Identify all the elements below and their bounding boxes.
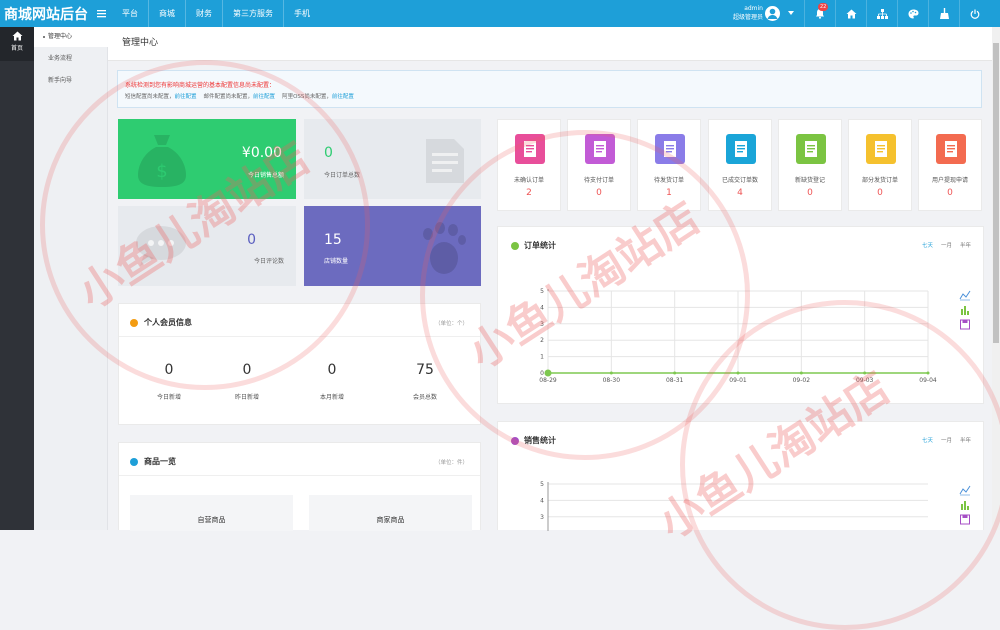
tab-half-year[interactable]: 半年 xyxy=(960,243,971,249)
self-products-label: 自营商品 xyxy=(197,516,226,524)
primary-sidebar: 首页 xyxy=(0,27,34,530)
order-label: 新缺货登记 xyxy=(794,177,825,184)
order-count: 0 xyxy=(947,188,953,198)
sidebar-item-guide[interactable]: 新手向导 xyxy=(34,71,108,91)
order-count: 0 xyxy=(877,188,883,198)
y-tick-label: 5 xyxy=(540,481,544,488)
nav-item-mall[interactable]: 商城 xyxy=(148,0,185,27)
home-icon xyxy=(12,31,22,41)
merchant-products-card[interactable]: 商家商品 xyxy=(309,495,472,531)
avatar[interactable] xyxy=(765,6,780,21)
box-circle-icon xyxy=(130,458,138,466)
notification-badge: 22 xyxy=(818,3,829,11)
member-today-label: 今日新增 xyxy=(156,394,181,401)
nav-item-finance[interactable]: 财务 xyxy=(185,0,222,27)
order-icon xyxy=(936,134,966,164)
nav-item-third-party[interactable]: 第三方服务 xyxy=(222,0,283,27)
y-tick-label: 3 xyxy=(540,514,544,521)
save-image-icon[interactable] xyxy=(960,319,970,330)
member-month-value: 0 xyxy=(327,362,337,378)
sidebar-home-label: 首页 xyxy=(10,45,23,52)
member-yesterday-label: 昨日新增 xyxy=(234,394,259,401)
sidebar-item-label: 新手向导 xyxy=(48,77,73,84)
order-label: 已成交订单数 xyxy=(721,177,758,184)
order-label: 部分发货订单 xyxy=(861,177,898,184)
power-icon[interactable] xyxy=(959,0,990,27)
app-title: 商城网站后台 xyxy=(4,7,88,23)
chevron-down-icon[interactable] xyxy=(788,11,794,15)
sitemap-icon[interactable] xyxy=(866,0,897,27)
member-total-label: 会员总数 xyxy=(412,394,437,401)
sidebar-item-admin-center[interactable]: 管理中心 xyxy=(34,27,108,47)
nav-item-platform[interactable]: 平台 xyxy=(112,0,148,27)
tab-one-month[interactable]: 一月 xyxy=(941,243,952,249)
page-title: 管理中心 xyxy=(108,27,992,61)
user-name: admin xyxy=(744,5,763,12)
scrollbar-thumb[interactable] xyxy=(993,43,999,343)
palette-icon[interactable] xyxy=(897,0,928,27)
order-icon xyxy=(726,134,756,164)
order-count: 0 xyxy=(807,188,813,198)
bar-chart-icon[interactable] xyxy=(961,306,969,315)
chart-toolbox xyxy=(959,290,971,330)
range-tabs: 七天 一月 半年 xyxy=(914,241,971,249)
order-shortcut[interactable]: 部分发货订单 0 xyxy=(848,119,912,211)
tab-seven-days[interactable]: 七天 xyxy=(922,243,933,249)
merchant-products-label: 商家商品 xyxy=(376,516,405,524)
sidebar-toggle-icon[interactable] xyxy=(97,9,106,18)
sidebar-item-label: 业务流程 xyxy=(48,55,73,62)
top-nav: 平台 商城 财务 第三方服务 手机 xyxy=(112,0,320,27)
unit-label: （单位：件） xyxy=(434,460,468,466)
home-icon[interactable] xyxy=(835,0,866,27)
broom-icon[interactable] xyxy=(928,0,959,27)
order-shortcut[interactable]: 新缺货登记 0 xyxy=(778,119,842,211)
user-role: 超级管理员 xyxy=(732,14,763,21)
panel-title: 商品一览 xyxy=(144,457,176,466)
self-products-card[interactable]: 自营商品 xyxy=(130,495,293,531)
y-tick-label: 4 xyxy=(540,497,544,504)
line-chart-icon[interactable] xyxy=(959,290,971,301)
sidebar-home[interactable]: 首页 xyxy=(0,27,34,61)
order-icon xyxy=(866,134,896,164)
sidebar-item-workflow[interactable]: 业务流程 xyxy=(34,49,108,69)
order-label: 用户提现申请 xyxy=(931,177,968,184)
top-bar: 商城网站后台 平台 商城 财务 第三方服务 手机 admin 超级管理员 22 xyxy=(0,0,1000,27)
document-icon xyxy=(426,139,464,183)
oss-config-link[interactable]: 前往配置 xyxy=(332,94,354,100)
order-shortcut[interactable]: 用户提现申请 0 xyxy=(918,119,982,211)
user-info[interactable]: admin 超级管理员 xyxy=(730,4,763,22)
member-month-label: 本月新增 xyxy=(319,394,344,401)
order-count: 4 xyxy=(737,188,743,198)
products-panel: 商品一览 （单位：件） 自营商品 商家商品 xyxy=(118,442,481,531)
order-icon xyxy=(796,134,826,164)
sidebar-item-label: 管理中心 xyxy=(48,33,73,40)
nav-item-mobile[interactable]: 手机 xyxy=(283,0,320,27)
